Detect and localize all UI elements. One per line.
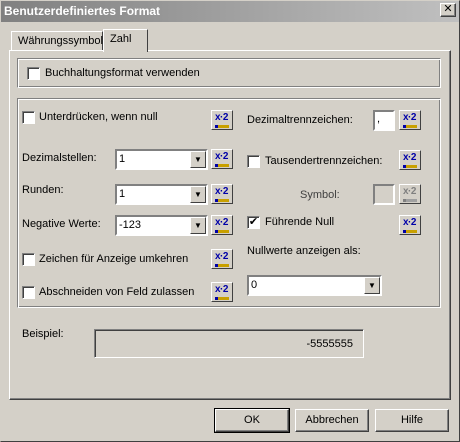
negative-values-value: -123 <box>119 219 142 231</box>
negative-values-select[interactable]: -123 ▼ <box>115 215 208 236</box>
formula-icon: x·2 <box>403 186 416 197</box>
help-button[interactable]: Hilfe <box>375 409 449 432</box>
decimal-separator-value: , <box>377 113 381 125</box>
formula-button-leading-zero[interactable]: x·2 <box>399 215 421 235</box>
decimal-separator-input[interactable]: , <box>373 110 395 131</box>
formula-icon: x·2 <box>215 151 228 162</box>
thousands-separator-label: Tausendertrennzeichen: <box>265 155 383 167</box>
formula-button-suppress[interactable]: x·2 <box>211 110 233 130</box>
negative-values-label: Negative Werte: <box>22 218 101 230</box>
reverse-sign-checkbox[interactable] <box>22 253 35 266</box>
reverse-sign-label: Zeichen für Anzeige umkehren <box>39 253 189 265</box>
truncate-label: Abschneiden von Feld zulassen <box>39 286 195 298</box>
accounting-label: Buchhaltungsformat verwenden <box>45 67 200 79</box>
checkmark-icon: ✔ <box>248 216 259 228</box>
close-icon: ✕ <box>443 3 453 15</box>
tab-zahl[interactable]: Zahl <box>103 29 148 52</box>
chevron-down-icon[interactable]: ▼ <box>190 186 206 203</box>
tab-label: Zahl <box>110 33 132 45</box>
sample-label: Beispiel: <box>22 328 64 340</box>
rounding-label: Runden: <box>22 184 64 196</box>
chevron-down-icon[interactable]: ▼ <box>190 217 206 234</box>
leading-zero-checkbox[interactable]: ✔ <box>247 216 260 229</box>
show-zero-as-value: 0 <box>251 279 258 291</box>
decimal-places-select[interactable]: 1 ▼ <box>115 149 208 170</box>
window-title: Benutzerdefiniertes Format <box>4 4 161 18</box>
formula-icon: x·2 <box>403 217 416 228</box>
formula-button-symbol: x·2 <box>399 184 421 204</box>
chevron-down-icon[interactable]: ▼ <box>190 151 206 168</box>
leading-zero-label: Führende Null <box>265 216 335 228</box>
formula-icon: x·2 <box>215 251 228 262</box>
ok-button[interactable]: OK <box>214 408 290 433</box>
formula-button-truncate[interactable]: x·2 <box>211 282 233 302</box>
thousands-separator-checkbox[interactable] <box>247 155 260 168</box>
symbol-label: Symbol: <box>300 189 340 201</box>
tab-label: Währungssymbol <box>18 35 103 47</box>
formula-button-thousands[interactable]: x·2 <box>399 150 421 170</box>
formula-icon: x·2 <box>403 152 416 163</box>
formula-button-reverse-sign[interactable]: x·2 <box>211 249 233 269</box>
title-bar: Benutzerdefiniertes Format ✕ <box>0 0 460 22</box>
formula-icon: x·2 <box>215 217 228 228</box>
chevron-down-icon[interactable]: ▼ <box>364 277 380 294</box>
formula-icon: x·2 <box>215 284 228 295</box>
sample-display: -5555555 <box>94 329 364 358</box>
show-zero-as-label: Nullwerte anzeigen als: <box>247 245 361 257</box>
close-button[interactable]: ✕ <box>440 3 456 17</box>
formula-button-decimal-places[interactable]: x·2 <box>211 149 233 169</box>
formula-button-negative[interactable]: x·2 <box>211 215 233 235</box>
cancel-button[interactable]: Abbrechen <box>295 409 369 432</box>
tab-waehrungssymbol[interactable]: Währungssymbol <box>11 31 103 51</box>
decimal-places-value: 1 <box>119 153 126 165</box>
formula-icon: x·2 <box>215 112 228 123</box>
sample-value: -5555555 <box>306 338 354 350</box>
formula-icon: x·2 <box>215 186 228 197</box>
decimal-separator-label: Dezimaltrennzeichen: <box>247 114 353 126</box>
formula-button-rounding[interactable]: x·2 <box>211 184 233 204</box>
formula-button-decimal-separator[interactable]: x·2 <box>399 110 421 130</box>
symbol-input <box>373 184 395 205</box>
decimal-places-label: Dezimalstellen: <box>22 152 97 164</box>
suppress-zero-checkbox[interactable] <box>22 111 35 124</box>
show-zero-as-select[interactable]: 0 ▼ <box>247 275 382 296</box>
truncate-checkbox[interactable] <box>22 286 35 299</box>
rounding-value: 1 <box>119 188 126 200</box>
suppress-zero-label: Unterdrücken, wenn null <box>39 111 158 123</box>
formula-icon: x·2 <box>403 112 416 123</box>
rounding-select[interactable]: 1 ▼ <box>115 184 208 205</box>
accounting-checkbox[interactable] <box>27 67 40 80</box>
